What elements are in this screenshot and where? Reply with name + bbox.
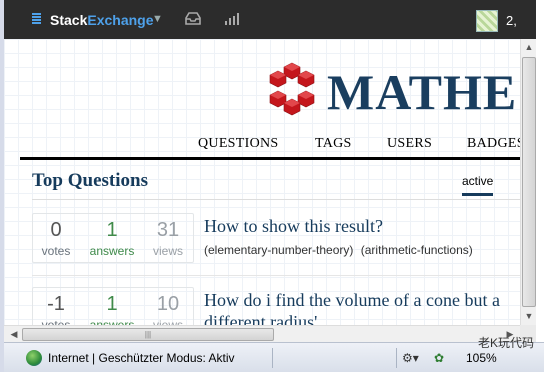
- nav-questions[interactable]: QUESTIONS: [198, 136, 278, 152]
- question-separator: [32, 275, 520, 276]
- scroll-down-icon[interactable]: ▼: [521, 311, 537, 321]
- answer-count: 1 answers: [88, 219, 136, 258]
- nav-tags[interactable]: TAGS: [315, 136, 352, 152]
- reputation-count: 2,: [506, 13, 517, 28]
- scroll-left-icon[interactable]: ◀: [6, 329, 22, 340]
- site-nav: QUESTIONS TAGS USERS BADGES: [20, 134, 520, 160]
- status-separator: [396, 348, 397, 368]
- question-title-link[interactable]: How to show this result?: [204, 215, 520, 237]
- chevron-down-icon[interactable]: ▼: [152, 13, 163, 25]
- horizontal-scroll-thumb[interactable]: |||: [22, 328, 274, 341]
- math-site-page: MATHE QUESTIONS TAGS USERS BADGES Top Qu…: [4, 39, 520, 325]
- vertical-scroll-thumb[interactable]: [522, 57, 536, 307]
- question-summary: -1 votes 1 answers 10 views How do i fin…: [32, 287, 520, 325]
- site-name[interactable]: MATHE: [327, 63, 517, 121]
- votes-number: 0: [50, 219, 62, 241]
- nav-badges[interactable]: BADGES: [467, 136, 520, 152]
- question-tags: (elementary-number-theory) (arithmetic-f…: [204, 243, 477, 257]
- votes-label: votes: [41, 244, 71, 258]
- views-number: 31: [156, 219, 180, 241]
- tab-active[interactable]: active: [462, 174, 494, 196]
- watermark-text: 老K玩代码: [478, 336, 535, 350]
- status-separator: [272, 348, 273, 368]
- zoom-level[interactable]: 105%: [466, 351, 497, 365]
- scroll-up-icon[interactable]: ▲: [521, 42, 537, 52]
- horizontal-scrollbar[interactable]: ◀ ||| ▶: [4, 325, 520, 342]
- votes-number: -1: [47, 293, 65, 315]
- menu-icon[interactable]: [32, 13, 46, 25]
- protected-mode-icon[interactable]: ⚙▾: [402, 351, 419, 365]
- views-number: 10: [156, 293, 180, 315]
- site-logo-icon[interactable]: [266, 61, 318, 117]
- views-label: views: [152, 318, 183, 325]
- inbox-icon[interactable]: [184, 12, 202, 26]
- vote-count: 0 votes: [32, 219, 80, 258]
- answers-label: answers: [89, 244, 135, 258]
- browser-status-bar: Internet | Geschützter Modus: Aktiv ⚙▾ ✿…: [4, 342, 544, 372]
- divider: [32, 199, 520, 200]
- answers-label: answers: [89, 318, 135, 325]
- security-zone-status[interactable]: Internet | Geschützter Modus: Aktiv: [48, 351, 235, 365]
- view-count: 31 views: [144, 219, 192, 258]
- question-title-link[interactable]: How do i find the volume of a cone but a…: [204, 289, 520, 325]
- views-label: views: [152, 244, 183, 258]
- brand-exchange: Exchange: [87, 12, 154, 28]
- votes-label: votes: [41, 318, 71, 325]
- avatar[interactable]: [476, 10, 498, 32]
- globe-icon: [26, 350, 42, 366]
- vote-count: -1 votes: [32, 293, 80, 325]
- answers-number: 1: [106, 219, 118, 241]
- tag-link[interactable]: (elementary-number-theory): [204, 243, 353, 257]
- view-count: 10 views: [144, 293, 192, 325]
- page-title: Top Questions: [32, 170, 148, 191]
- tag-link[interactable]: (arithmetic-functions): [361, 243, 473, 257]
- stackexchange-topbar: StackExchange ▼ 2,: [4, 0, 536, 39]
- vertical-scrollbar[interactable]: ▲ ▼: [520, 39, 536, 325]
- achievements-icon[interactable]: [224, 13, 240, 25]
- stackexchange-logo[interactable]: StackExchange: [50, 12, 154, 28]
- answers-number: 1: [106, 293, 118, 315]
- answer-count: 1 answers: [88, 293, 136, 325]
- question-summary: 0 votes 1 answers 31 views How to show t…: [32, 213, 520, 275]
- nav-users[interactable]: USERS: [387, 136, 432, 152]
- wechat-icon: ✿: [434, 351, 445, 365]
- brand-stack: Stack: [50, 12, 88, 28]
